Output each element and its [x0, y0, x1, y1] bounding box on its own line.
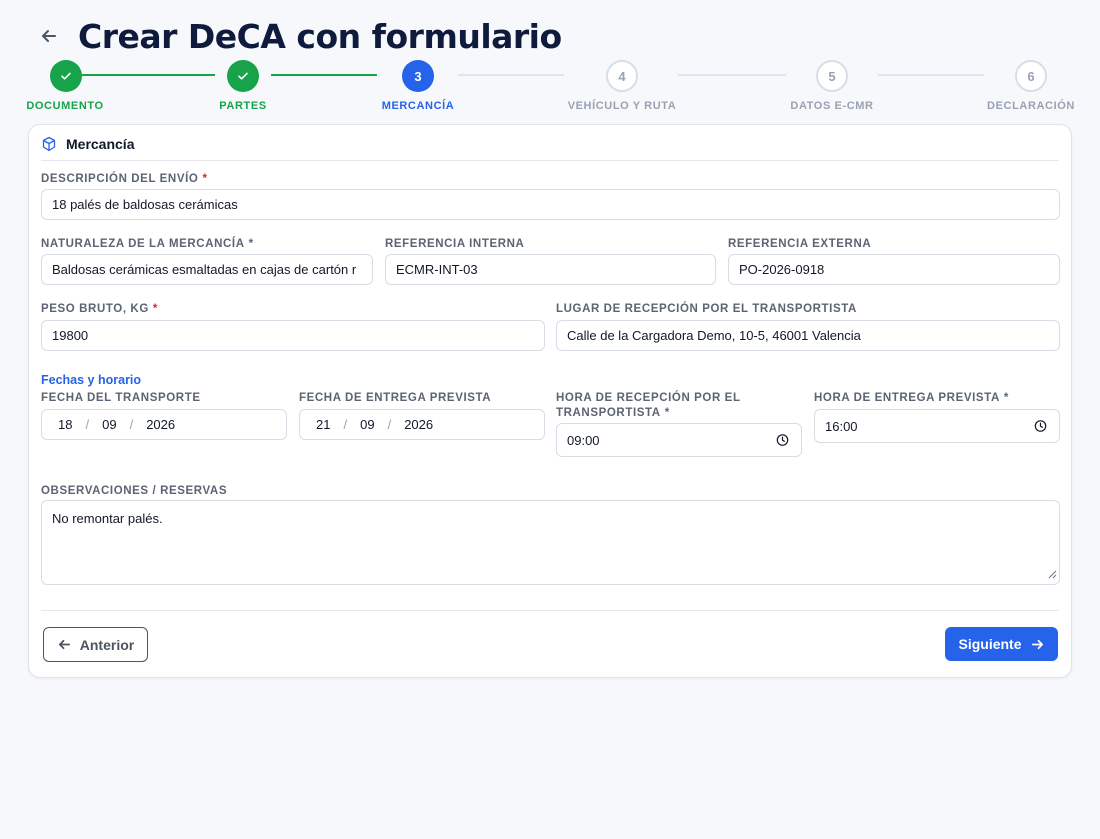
step-connector — [458, 74, 564, 76]
clock-icon[interactable] — [776, 434, 789, 447]
step-6-label: DECLARACIÓN — [987, 100, 1075, 112]
resize-grip-icon[interactable] — [1048, 567, 1057, 582]
step-connector — [82, 74, 215, 76]
step-2-label: PARTES — [219, 100, 267, 112]
step-4-label: VEHÍCULO Y RUTA — [567, 100, 677, 112]
previous-button-label: Anterior — [79, 636, 135, 653]
step-6-number[interactable]: 6 — [1015, 60, 1047, 92]
step-1-label: DOCUMENTO — [26, 100, 104, 112]
date-year: 2026 — [146, 417, 176, 432]
date-separator: / — [387, 417, 392, 432]
card-header: Mercancía — [41, 136, 134, 152]
next-button[interactable]: Siguiente — [945, 627, 1058, 661]
date-month: 09 — [102, 417, 117, 432]
step-connector — [678, 74, 786, 76]
date-separator: / — [343, 417, 348, 432]
card-title: Mercancía — [66, 136, 135, 152]
step-5-label: DATOS E-CMR — [790, 100, 874, 112]
arrow-right-icon — [1030, 637, 1045, 652]
time-value: 16:00 — [825, 418, 858, 434]
ref-interna-label: REFERENCIA INTERNA — [385, 238, 525, 250]
step-connector — [271, 74, 377, 76]
step-connector — [878, 74, 984, 76]
date-day: 21 — [316, 417, 331, 432]
divider — [41, 160, 1059, 161]
clock-icon[interactable] — [1034, 420, 1047, 433]
time-value: 09:00 — [567, 432, 600, 448]
previous-button[interactable]: Anterior — [43, 627, 148, 662]
observaciones-text: No remontar palés. — [52, 511, 163, 526]
ref-externa-label: REFERENCIA EXTERNA — [728, 238, 872, 250]
peso-label: PESO BRUTO, KG * — [41, 303, 158, 315]
divider — [41, 610, 1059, 611]
page-title: Crear DeCA con formulario — [78, 16, 562, 56]
naturaleza-input[interactable]: Baldosas cerámicas esmaltadas en cajas d… — [41, 254, 373, 285]
naturaleza-label: NATURALEZA DE LA MERCANCÍA * — [41, 238, 254, 250]
date-separator: / — [85, 417, 90, 432]
date-year: 2026 — [404, 417, 434, 432]
step-3-label: MERCANCÍA — [381, 100, 455, 112]
ref-interna-input[interactable]: ECMR-INT-03 — [385, 254, 716, 285]
lugar-input[interactable]: Calle de la Cargadora Demo, 10-5, 46001 … — [556, 320, 1060, 351]
arrow-left-icon — [57, 637, 72, 652]
step-4-number[interactable]: 4 — [606, 60, 638, 92]
date-month: 09 — [360, 417, 375, 432]
date-separator: / — [129, 417, 134, 432]
hora-entrega-label: HORA DE ENTREGA PREVISTA * — [814, 392, 1009, 404]
lugar-label: LUGAR DE RECEPCIÓN POR EL TRANSPORTISTA — [556, 303, 857, 315]
fecha-transporte-label: FECHA DEL TRANSPORTE — [41, 392, 201, 404]
step-2-check-icon[interactable] — [227, 60, 259, 92]
ref-externa-input[interactable]: PO-2026-0918 — [728, 254, 1060, 285]
hora-entrega-input[interactable]: 16:00 — [814, 409, 1060, 443]
progress-stepper: DOCUMENTO PARTES 3 MERCANCÍA 4 VEHÍCULO … — [0, 58, 1100, 118]
observaciones-textarea[interactable]: No remontar palés. — [41, 500, 1060, 585]
back-arrow-icon[interactable] — [38, 25, 60, 47]
hora-recepcion-input[interactable]: 09:00 — [556, 423, 802, 457]
observaciones-label: OBSERVACIONES / RESERVAS — [41, 485, 228, 497]
step-1-check-icon[interactable] — [50, 60, 82, 92]
descripcion-label: DESCRIPCIÓN DEL ENVÍO * — [41, 173, 208, 185]
descripcion-input[interactable]: 18 palés de baldosas cerámicas — [41, 189, 1060, 220]
hora-recepcion-label: HORA DE RECEPCIÓN POR EL TRANSPORTISTA * — [556, 392, 741, 419]
step-5-number[interactable]: 5 — [816, 60, 848, 92]
date-day: 18 — [58, 417, 73, 432]
fecha-entrega-label: FECHA DE ENTREGA PREVISTA — [299, 392, 492, 404]
fecha-entrega-input[interactable]: 21 / 09 / 2026 — [299, 409, 545, 440]
box-icon — [41, 136, 57, 152]
step-3-number[interactable]: 3 — [402, 60, 434, 92]
page-header: Crear DeCA con formulario — [38, 14, 562, 58]
next-button-label: Siguiente — [958, 636, 1022, 652]
mercancia-card: Mercancía DESCRIPCIÓN DEL ENVÍO * 18 palé… — [28, 124, 1072, 678]
fecha-transporte-input[interactable]: 18 / 09 / 2026 — [41, 409, 287, 440]
schedule-heading: Fechas y horario — [41, 373, 142, 387]
peso-input[interactable]: 19800 — [41, 320, 545, 351]
